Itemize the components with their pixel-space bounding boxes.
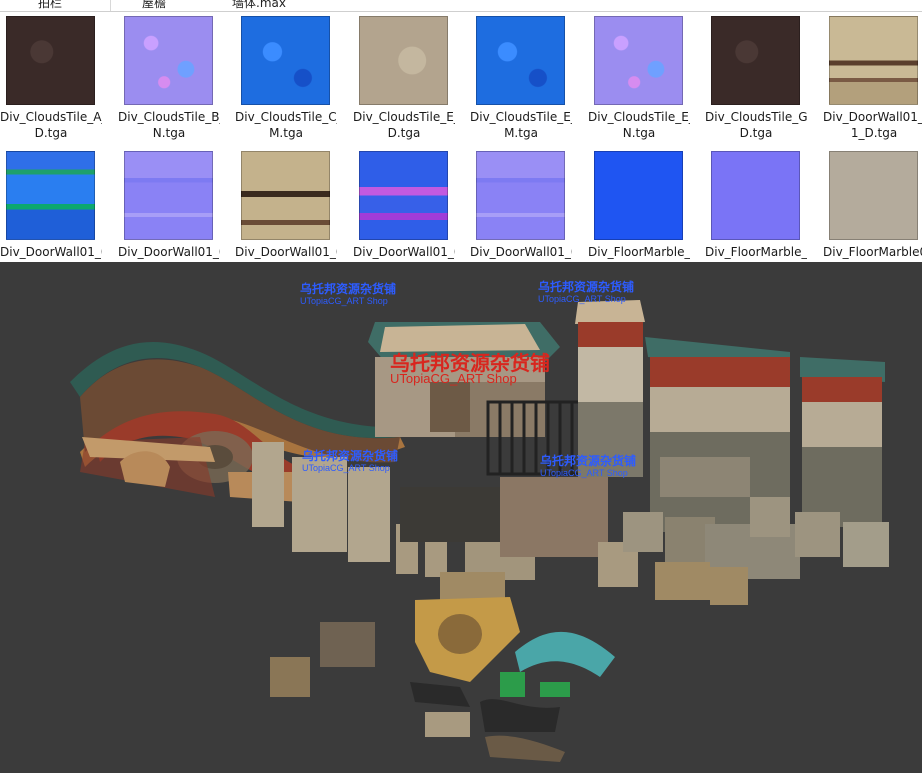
file-thumbnail-item[interactable]: Div_FloorMarble_ [705, 151, 815, 262]
file-thumbnail-item[interactable]: Div_CloudsTile_E_ M.tga [470, 16, 580, 146]
column-header-bar: 拍栏 屋檐 墙体.max [0, 0, 922, 12]
scene-render [70, 300, 889, 762]
tower-model-1 [575, 300, 645, 477]
file-name-line: Div_CloudsTile_C_ [235, 110, 337, 124]
file-name-line: N.tga [622, 126, 656, 140]
file-name-line: 1_D.tga [850, 126, 898, 140]
texture-preview [829, 16, 918, 105]
texture-preview [241, 16, 330, 105]
watermark-subtext: UTopiaCG_ART Shop [538, 294, 626, 304]
header-divider [110, 0, 111, 11]
watermark-text: 乌托邦资源杂货铺 [302, 449, 399, 463]
texture-preview [594, 16, 683, 105]
file-thumbnail-item[interactable]: Div_DoorWall01_0 [353, 151, 463, 262]
file-thumbnail-item[interactable]: Div_CloudsTile_E_ D.tga [353, 16, 463, 146]
file-thumbnail-item[interactable]: Div_CloudsTile_A_ D.tga [0, 16, 110, 146]
texture-preview [241, 151, 330, 240]
file-thumbnail-item[interactable]: Div_CloudsTile_B_ N.tga [118, 16, 228, 146]
tower-model-3 [800, 357, 885, 527]
file-name-line: Div_DoorWall01_0 [823, 110, 922, 124]
texture-preview [476, 16, 565, 105]
file-thumbnail-item[interactable]: Div_CloudsTile_C_ M.tga [235, 16, 345, 146]
file-name-line: Div_CloudsTile_E_ [353, 110, 455, 124]
texture-preview [829, 151, 918, 240]
file-name-line: Div_FloorMarble_ [588, 245, 690, 259]
file-name-line: Div_DoorWall01_0 [235, 245, 337, 259]
file-name-line: Div_DoorWall01_0 [118, 245, 220, 259]
watermark-subtext: UTopiaCG_ART Shop [302, 463, 390, 473]
file-name-label: Div_DoorWall01_0 [353, 244, 455, 260]
header-column-2[interactable]: 屋檐 [142, 0, 166, 11]
file-thumbnail-item[interactable]: Div_DoorWall01_0 [470, 151, 580, 262]
file-browser: 拍栏 屋檐 墙体.max Div_CloudsTile_A_ D.tga Div_C… [0, 0, 922, 262]
file-name-label: Div_FloorMarble0 [823, 244, 922, 260]
file-name-label: Div_CloudsTile_E_ D.tga [353, 109, 455, 141]
watermark-text: 乌托邦资源杂货铺 [300, 282, 397, 296]
file-name-line: Div_CloudsTile_A_ [0, 110, 102, 124]
file-name-line: Div_FloorMarble_ [705, 245, 807, 259]
texture-preview [6, 151, 95, 240]
file-name-label: Div_CloudsTile_B_ N.tga [118, 109, 220, 141]
file-thumbnail-item[interactable]: Div_FloorMarble_ [588, 151, 698, 262]
texture-preview [124, 16, 213, 105]
file-name-line: D.tga [34, 126, 68, 140]
file-name-label: Div_CloudsTile_C_ M.tga [235, 109, 337, 141]
3d-viewport[interactable]: 乌托邦资源杂货铺 UTopiaCG_ART Shop 乌托邦资源杂货铺 UTopiaC… [0, 262, 922, 773]
file-name-line: Div_CloudsTile_E_ [588, 110, 690, 124]
watermark-subtext: UTopiaCG_ART Shop [390, 371, 517, 386]
file-name-label: Div_DoorWall01_0 [235, 244, 337, 260]
file-name-line: Div_DoorWall01_0 [353, 245, 455, 259]
file-name-label: Div_CloudsTile_A_ D.tga [0, 109, 102, 141]
texture-preview [6, 16, 95, 105]
texture-preview [359, 16, 448, 105]
file-name-line: Div_DoorWall01_0 [470, 245, 572, 259]
file-name-label: Div_DoorWall01_0 [118, 244, 220, 260]
file-thumbnail-item[interactable]: Div_DoorWall01_0 1_D.tga [823, 16, 922, 146]
file-name-label: Div_DoorWall01_0 [470, 244, 572, 260]
file-name-line: Div_CloudsTile_G_ [705, 110, 807, 124]
file-name-label: Div_CloudsTile_E_ N.tga [588, 109, 690, 141]
file-name-label: Div_DoorWall01_0 [0, 244, 102, 260]
file-name-line: N.tga [152, 126, 186, 140]
watermark-subtext: UTopiaCG_ART Shop [300, 296, 388, 306]
file-name-label: Div_FloorMarble_ [588, 244, 690, 260]
file-thumbnail-item[interactable]: Div_FloorMarble0 [823, 151, 922, 262]
file-name-line: Div_DoorWall01_0 [0, 245, 102, 259]
file-name-label: Div_CloudsTile_E_ M.tga [470, 109, 572, 141]
prop-models [270, 597, 615, 762]
header-column-1[interactable]: 拍栏 [38, 0, 62, 11]
file-name-line: D.tga [387, 126, 421, 140]
watermark-text: 乌托邦资源杂货铺 [538, 280, 635, 294]
texture-preview [594, 151, 683, 240]
watermark-text: 乌托邦资源杂货铺 [540, 454, 637, 468]
file-name-label: Div_DoorWall01_0 1_D.tga [823, 109, 922, 141]
file-name-label: Div_FloorMarble_ [705, 244, 807, 260]
file-name-line: M.tga [504, 126, 538, 140]
file-thumbnail-item[interactable]: Div_DoorWall01_0 [0, 151, 110, 262]
texture-preview [711, 151, 800, 240]
file-thumbnail-item[interactable]: Div_DoorWall01_0 [118, 151, 228, 262]
header-column-3[interactable]: 墙体.max [232, 0, 286, 11]
file-thumbnail-item[interactable]: Div_CloudsTile_G_ D.tga [705, 16, 815, 146]
header-column-3-cell[interactable]: 墙体.max [210, 0, 922, 11]
file-name-line: Div_FloorMarble0 [823, 245, 922, 259]
watermark-subtext: UTopiaCG_ART Shop [540, 468, 628, 478]
file-name-line: D.tga [739, 126, 773, 140]
file-thumbnail-item[interactable]: Div_CloudsTile_E_ N.tga [588, 16, 698, 146]
file-name-line: Div_CloudsTile_E_ [470, 110, 572, 124]
file-thumbnail-item[interactable]: Div_DoorWall01_0 [235, 151, 345, 262]
file-name-line: Div_CloudsTile_B_ [118, 110, 220, 124]
texture-preview [359, 151, 448, 240]
file-name-line: M.tga [269, 126, 303, 140]
texture-preview [124, 151, 213, 240]
file-name-label: Div_CloudsTile_G_ D.tga [705, 109, 807, 141]
texture-preview [476, 151, 565, 240]
texture-preview [711, 16, 800, 105]
